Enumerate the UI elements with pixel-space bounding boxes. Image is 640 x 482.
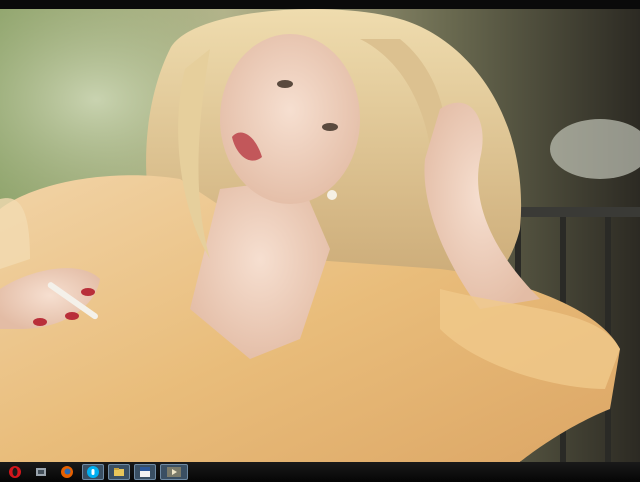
skype-icon	[87, 466, 99, 478]
system-tool-icon	[36, 468, 46, 476]
media-player-button[interactable]	[160, 464, 188, 480]
system-tool-button[interactable]	[30, 464, 52, 480]
firefox-button[interactable]	[56, 464, 78, 480]
firefox-icon	[61, 466, 73, 478]
media-player-icon	[167, 467, 181, 477]
opera-browser-icon	[9, 466, 21, 478]
file-manager-button[interactable]	[108, 464, 130, 480]
file-manager-icon	[114, 468, 124, 476]
taskbar	[0, 462, 640, 482]
word-document-icon	[140, 467, 150, 477]
video-frame[interactable]	[0, 9, 640, 462]
video-image	[0, 9, 640, 462]
word-document-button[interactable]	[134, 464, 156, 480]
top-edge-bar	[0, 0, 640, 9]
opera-browser-button[interactable]	[4, 464, 26, 480]
skype-button[interactable]	[82, 464, 104, 480]
